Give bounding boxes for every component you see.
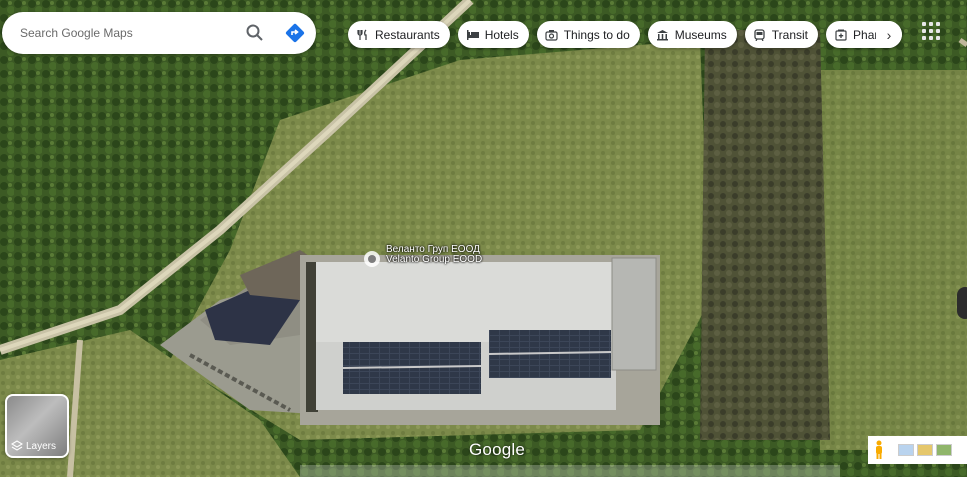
search-box: [2, 12, 316, 54]
chip-hotels[interactable]: Hotels: [457, 21, 529, 48]
chip-label: Transit: [771, 27, 809, 42]
chip-label: Museums: [674, 27, 727, 42]
chip-label: Restaurants: [375, 27, 440, 42]
category-chips: Restaurants Hotels Things to do Museums …: [348, 21, 903, 48]
thumbnail-terrain[interactable]: [898, 444, 914, 456]
place-name-latin: Velanto Group EOOD: [386, 254, 483, 265]
fork-knife-icon: [356, 28, 370, 42]
place-marker-icon[interactable]: [363, 250, 381, 268]
attribution-bar[interactable]: [300, 465, 840, 477]
search-input[interactable]: [20, 26, 244, 40]
bottom-right-controls: [868, 436, 967, 464]
chip-things-to-do[interactable]: Things to do: [536, 21, 640, 48]
imagery-thumbnails: [898, 444, 952, 456]
camera-icon: [545, 28, 559, 42]
chip-label: Things to do: [563, 27, 630, 42]
layers-button[interactable]: Layers: [5, 394, 69, 458]
chip-restaurants[interactable]: Restaurants: [348, 21, 450, 48]
satellite-map[interactable]: [0, 0, 967, 477]
google-apps-icon[interactable]: [922, 22, 940, 40]
chip-pharmacy[interactable]: Phar ›: [826, 21, 903, 48]
chip-label: Phar: [853, 27, 879, 42]
layers-icon: [11, 440, 23, 451]
google-logo: Google: [469, 440, 526, 459]
pharmacy-icon: [834, 28, 848, 42]
place-label[interactable]: Веланто Груп ЕООД Velanto Group EOOD: [386, 245, 482, 265]
chip-museums[interactable]: Museums: [647, 21, 737, 48]
directions-icon[interactable]: [284, 22, 306, 44]
layers-label-wrap: Layers: [11, 440, 56, 452]
collapse-panel-control[interactable]: [957, 287, 967, 319]
chevron-right-icon[interactable]: ›: [876, 21, 903, 48]
pegman-icon[interactable]: [868, 436, 890, 464]
chip-transit[interactable]: Transit: [744, 21, 819, 48]
bed-icon: [466, 28, 480, 42]
chip-label: Hotels: [484, 27, 519, 42]
museum-icon: [656, 28, 670, 42]
layers-label: Layers: [26, 440, 57, 452]
search-icon[interactable]: [244, 22, 266, 44]
thumbnail-satellite[interactable]: [936, 444, 952, 456]
thumbnail-street[interactable]: [917, 444, 933, 456]
transit-icon: [753, 28, 767, 42]
